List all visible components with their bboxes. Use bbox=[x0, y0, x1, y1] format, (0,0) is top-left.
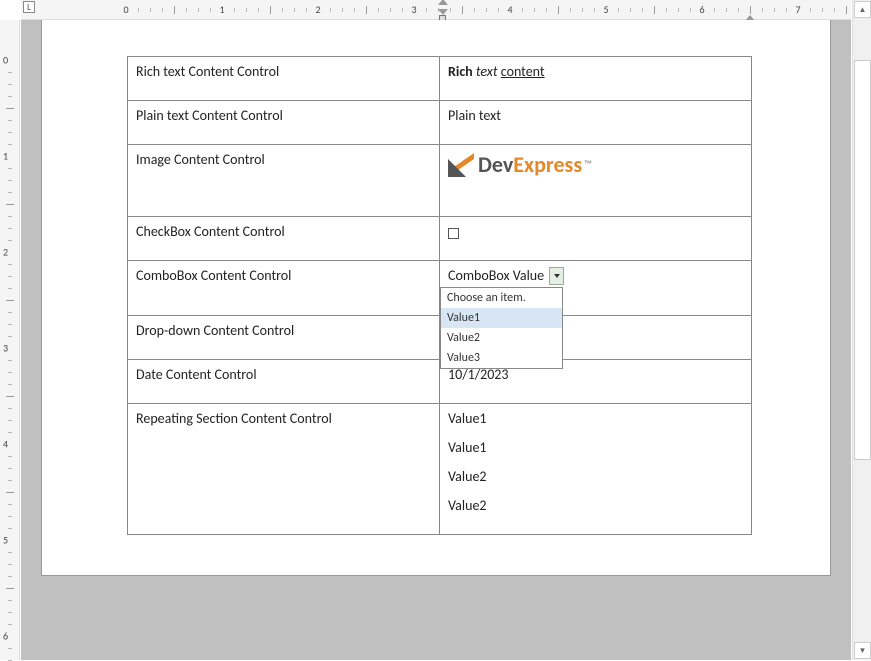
row-label: ComboBox Content Control bbox=[128, 260, 440, 315]
document-page: Rich text Content Control Rich text cont… bbox=[41, 20, 831, 576]
table-row: Rich text Content Control Rich text cont… bbox=[128, 57, 752, 101]
scroll-up-button[interactable]: ▲ bbox=[854, 1, 871, 18]
richtext-content-control[interactable]: Rich text content bbox=[440, 57, 752, 101]
table-row: Repeating Section Content Control Value1… bbox=[128, 403, 752, 534]
row-label: CheckBox Content Control bbox=[128, 216, 440, 260]
checkbox-content-control-cell bbox=[440, 216, 752, 260]
logo-tm: ™ bbox=[584, 158, 592, 171]
row-label: Date Content Control bbox=[128, 359, 440, 403]
combobox-option-placeholder[interactable]: Choose an item. bbox=[441, 288, 562, 308]
combobox-content-control-cell: ComboBox Value Choose an item. Value1 Va… bbox=[440, 260, 752, 315]
table-row: ComboBox Content Control ComboBox Value … bbox=[128, 260, 752, 315]
rich-text-italic: text bbox=[473, 63, 501, 80]
combobox-option[interactable]: Value1 bbox=[441, 308, 562, 328]
repeating-value: Value1 bbox=[448, 439, 743, 456]
horizontal-ruler[interactable]: L 01234567 bbox=[21, 0, 851, 20]
tab-align-toggle[interactable]: L bbox=[23, 1, 35, 13]
combobox-dropdown-button[interactable] bbox=[549, 267, 564, 285]
row-label: Rich text Content Control bbox=[128, 57, 440, 101]
row-label: Image Content Control bbox=[128, 145, 440, 217]
logo-text-dev: Dev bbox=[478, 151, 513, 178]
rich-text-bold: Rich bbox=[448, 63, 473, 80]
row-label: Drop-down Content Control bbox=[128, 315, 440, 359]
row-label: Plain text Content Control bbox=[128, 101, 440, 145]
table-row: Image Content Control DevExpress™ bbox=[128, 145, 752, 217]
logo-text-express: Express bbox=[513, 151, 582, 178]
checkbox-content-control[interactable] bbox=[448, 228, 459, 239]
content-controls-table: Rich text Content Control Rich text cont… bbox=[127, 56, 752, 535]
repeating-value: Value2 bbox=[448, 497, 743, 514]
combobox-option[interactable]: Value3 bbox=[441, 348, 562, 368]
vertical-scrollbar[interactable]: ▲ ▼ bbox=[852, 0, 871, 660]
combobox-option[interactable]: Value2 bbox=[441, 328, 562, 348]
plaintext-content-control[interactable]: Plain text bbox=[440, 101, 752, 145]
scroll-down-button[interactable]: ▼ bbox=[854, 642, 871, 659]
image-content-control[interactable]: DevExpress™ bbox=[440, 145, 752, 217]
vertical-ruler[interactable]: 0123456 bbox=[0, 20, 20, 660]
combobox-content-control[interactable]: ComboBox Value bbox=[448, 267, 564, 285]
rich-text-underline: content bbox=[501, 63, 545, 80]
combobox-value: ComboBox Value bbox=[448, 267, 549, 284]
table-row: Plain text Content Control Plain text bbox=[128, 101, 752, 145]
table-row: CheckBox Content Control bbox=[128, 216, 752, 260]
scroll-thumb[interactable] bbox=[854, 60, 871, 460]
document-viewport: Rich text Content Control Rich text cont… bbox=[21, 20, 851, 660]
repeating-value: Value2 bbox=[448, 468, 743, 485]
devexpress-logo: DevExpress™ bbox=[448, 151, 592, 178]
repeating-value: Value1 bbox=[448, 410, 743, 427]
combobox-dropdown-list[interactable]: Choose an item. Value1 Value2 Value3 bbox=[440, 287, 563, 369]
devexpress-logo-icon bbox=[448, 153, 474, 177]
row-label: Repeating Section Content Control bbox=[128, 403, 440, 534]
repeating-section-content-control[interactable]: Value1 Value1 Value2 Value2 bbox=[440, 403, 752, 534]
